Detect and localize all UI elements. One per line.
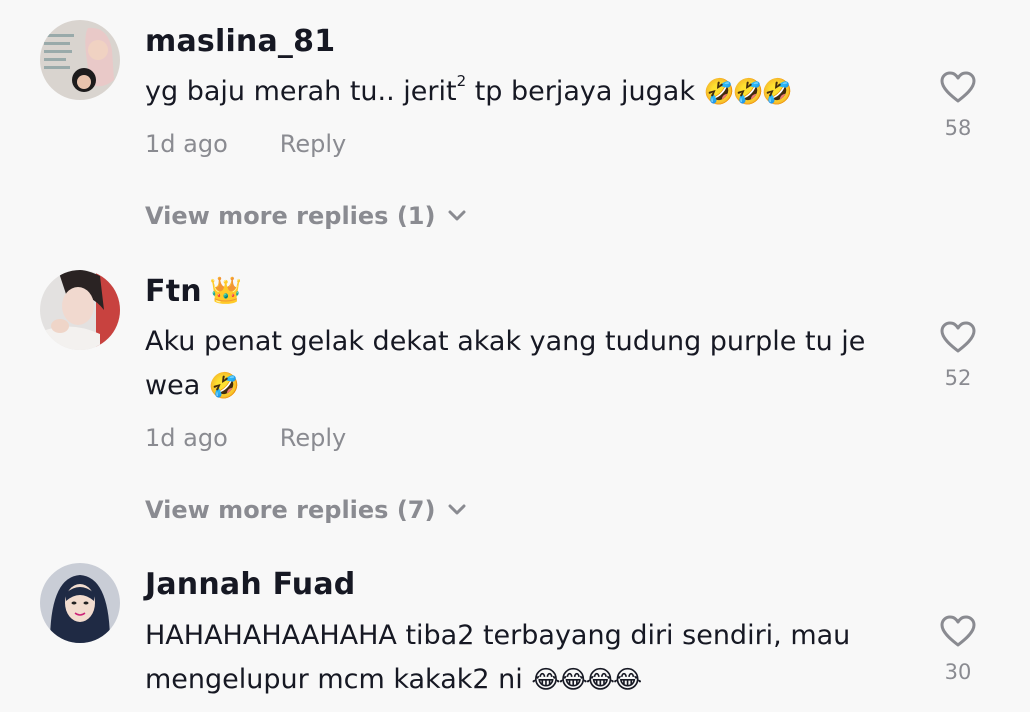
timestamp: 1d ago: [145, 424, 228, 452]
comment-text: Aku penat gelak dekat akak yang tudung p…: [145, 320, 905, 408]
emoji-group: 🤣: [208, 371, 240, 400]
username[interactable]: maslina_81: [145, 24, 335, 59]
username[interactable]: Jannah Fuad: [145, 567, 355, 602]
avatar[interactable]: [40, 563, 120, 643]
comment-text: HAHAHAHAAHAHA tiba2 terbayang diri sendi…: [145, 614, 905, 702]
reply-button[interactable]: Reply: [280, 130, 346, 158]
heart-icon: [940, 615, 976, 647]
comment-text: yg baju merah tu.. jerit2 tp berjaya jug…: [145, 70, 905, 114]
reply-button[interactable]: Reply: [280, 424, 346, 452]
view-more-replies-label: View more replies (7): [145, 496, 436, 524]
like-count: 52: [944, 366, 972, 390]
view-more-replies-label: View more replies (1): [145, 202, 436, 230]
view-more-replies-button[interactable]: View more replies (1): [145, 202, 467, 230]
like-count: 58: [944, 116, 972, 140]
chevron-down-icon: [448, 504, 466, 515]
avatar[interactable]: [40, 270, 120, 350]
like-button[interactable]: 30: [930, 614, 986, 684]
view-more-replies-button[interactable]: View more replies (7): [145, 496, 467, 524]
comment-text-part: yg baju merah tu.. jerit: [145, 76, 457, 107]
emoji-group: 🤣🤣🤣: [703, 77, 793, 106]
username-row: Ftn 👑: [145, 274, 242, 309]
heart-icon: [940, 321, 976, 353]
comment-text-part: HAHAHAHAAHAHA tiba2 terbayang diri sendi…: [145, 620, 851, 695]
username[interactable]: Ftn: [145, 274, 202, 309]
like-button[interactable]: 58: [930, 70, 986, 140]
timestamp: 1d ago: [145, 130, 228, 158]
superscript: 2: [456, 72, 467, 90]
like-count: 30: [944, 660, 972, 684]
comment-text-part: tp berjaya jugak: [466, 76, 704, 107]
heart-icon: [940, 71, 976, 103]
emoji-group: 😂😂😂😂: [531, 665, 642, 694]
chevron-down-icon: [448, 210, 466, 221]
crown-icon: 👑: [209, 276, 243, 306]
like-button[interactable]: 52: [930, 320, 986, 390]
comment-meta: 1d ago Reply: [145, 424, 346, 452]
comment-text-part: Aku penat gelak dekat akak yang tudung p…: [145, 326, 866, 401]
comment-meta: 1d ago Reply: [145, 130, 346, 158]
avatar[interactable]: [40, 20, 120, 100]
